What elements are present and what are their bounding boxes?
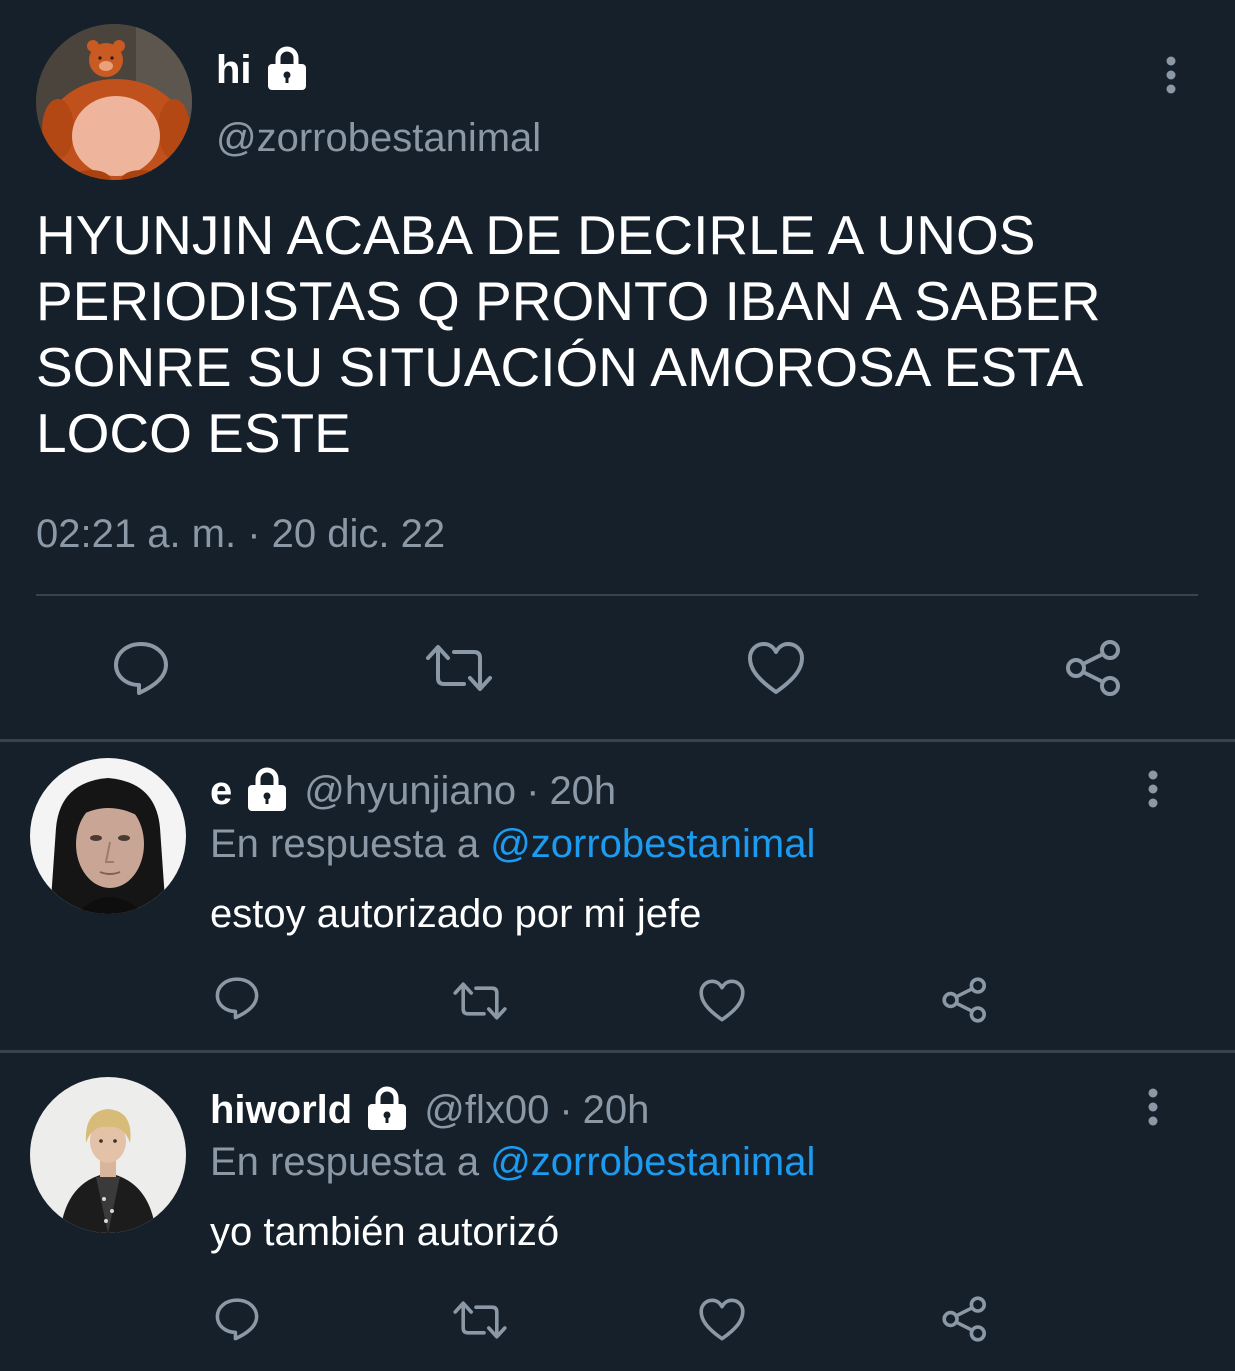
replying-to: En respuesta a @zorrobestanimal	[210, 1140, 815, 1185]
teddy-bear-avatar-image	[36, 24, 192, 180]
lock-icon	[264, 45, 310, 96]
retweet-icon	[453, 982, 507, 1020]
share-icon	[942, 1296, 986, 1342]
reply-time[interactable]: 20h	[549, 769, 616, 814]
mention-link[interactable]: @zorrobestanimal	[490, 822, 815, 866]
avatar[interactable]	[30, 1077, 186, 1233]
lock-icon	[364, 1085, 410, 1136]
reply-time[interactable]: 20h	[583, 1088, 650, 1133]
divider	[36, 594, 1198, 596]
replying-to: En respuesta a @zorrobestanimal	[210, 822, 815, 867]
retweet-button[interactable]	[424, 642, 494, 694]
lock-icon	[244, 766, 290, 817]
reply-tweet[interactable]: hiworld @flx00 · 20h En respuesta a @zor…	[0, 1053, 1235, 1371]
reply-button[interactable]	[214, 976, 260, 1020]
author-handle[interactable]: @zorrobestanimal	[216, 116, 541, 161]
share-icon	[1066, 640, 1120, 696]
share-icon	[942, 977, 986, 1023]
author-row: hi	[216, 44, 310, 96]
main-tweet: hi @zorrobestanimal HYUNJIN ACABA DE DEC…	[0, 0, 1235, 740]
retweet-icon	[453, 1301, 507, 1339]
author-handle[interactable]: @hyunjiano	[304, 769, 516, 814]
reply-prefix: En respuesta a	[210, 822, 480, 866]
reply-button[interactable]	[112, 640, 170, 696]
tweet-text: HYUNJIN ACABA DE DECIRLE A UNOS PERIODIS…	[36, 204, 1101, 464]
person-photo-avatar-image	[30, 1077, 186, 1233]
reply-text: yo también autorizó	[210, 1210, 560, 1254]
reply-prefix: En respuesta a	[210, 1140, 480, 1184]
display-name[interactable]: e	[210, 769, 232, 814]
reply-icon	[215, 1298, 259, 1341]
avatar[interactable]	[30, 758, 186, 914]
reply-icon	[114, 642, 168, 695]
reply-icon	[215, 977, 259, 1020]
retweet-icon	[426, 645, 492, 691]
display-name[interactable]: hiworld	[210, 1088, 352, 1133]
share-button[interactable]	[941, 976, 989, 1024]
display-name[interactable]: hi	[216, 48, 252, 93]
tweet-timestamp[interactable]: 02:21 a. m. · 20 dic. 22	[36, 512, 445, 557]
like-button[interactable]	[698, 1297, 746, 1342]
retweet-button[interactable]	[452, 980, 508, 1022]
more-vertical-icon[interactable]	[1165, 56, 1177, 101]
like-icon	[748, 642, 804, 694]
share-button[interactable]	[1064, 638, 1124, 698]
tweet-thread-screen: hi @zorrobestanimal HYUNJIN ACABA DE DEC…	[0, 0, 1235, 1371]
like-icon	[699, 979, 745, 1022]
mention-link[interactable]: @zorrobestanimal	[490, 1140, 815, 1184]
man-portrait-avatar-image	[30, 758, 186, 914]
separator-dot: ·	[559, 1087, 573, 1132]
like-icon	[699, 1298, 745, 1341]
avatar[interactable]	[36, 24, 192, 180]
share-button[interactable]	[941, 1295, 989, 1343]
author-handle[interactable]: @flx00	[424, 1088, 549, 1133]
like-button[interactable]	[698, 978, 746, 1023]
more-vertical-icon[interactable]	[1147, 1088, 1159, 1133]
more-vertical-icon[interactable]	[1147, 770, 1159, 815]
retweet-button[interactable]	[452, 1299, 508, 1341]
reply-button[interactable]	[214, 1297, 260, 1341]
like-button[interactable]	[746, 640, 806, 696]
reply-text: estoy autorizado por mi jefe	[210, 892, 702, 936]
reply-tweet[interactable]: e @hyunjiano · 20h En respuesta a @zorro…	[0, 742, 1235, 1050]
reply-header: hiworld @flx00 · 20h	[210, 1085, 649, 1135]
reply-header: e @hyunjiano · 20h	[210, 766, 616, 816]
separator-dot: ·	[526, 768, 540, 813]
